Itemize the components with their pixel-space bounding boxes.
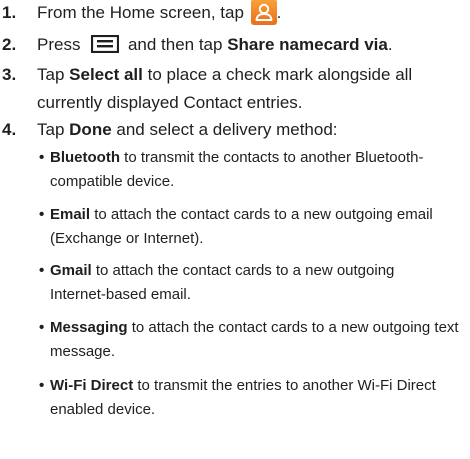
method-desc-1: to attach the contact cards to a new out…	[94, 206, 433, 223]
step-text: Tap Select all to place a check mark alo…	[37, 64, 457, 114]
step-text-after: .	[276, 3, 282, 22]
menu-icon	[91, 35, 120, 54]
step-text: Press and then tap Share namecard via.	[37, 34, 457, 56]
bullet-line-1: Bluetooth to transmit the contacts to an…	[50, 146, 470, 170]
method-name: Gmail	[50, 262, 92, 279]
bullet-text: Wi-Fi Direct to transmit the entries to …	[50, 374, 470, 422]
method-desc-2: message.	[50, 343, 116, 360]
step-text: From the Home screen, tap .	[37, 0, 457, 25]
step-text-middle: and then tap	[127, 35, 223, 54]
method-name: Messaging	[50, 319, 128, 336]
bullet-dot: •	[39, 377, 45, 394]
bullet-dot: •	[39, 206, 45, 223]
method-desc-1: to transmit the entries to another Wi-Fi…	[137, 377, 436, 394]
step-line-2: currently displayed Contact entries.	[37, 93, 303, 112]
step-number: 2.	[2, 35, 17, 54]
method-desc-1: to attach the contact cards to a new out…	[95, 262, 395, 279]
bullet-dot: •	[39, 262, 45, 279]
bullet-line-1: Gmail to attach the contact cards to a n…	[50, 259, 470, 283]
step-text-after: .	[387, 35, 393, 54]
step-text-before: Tap	[37, 120, 65, 139]
step-text-before: Press	[37, 35, 81, 54]
step-bold-action: Share namecard via	[227, 35, 388, 54]
method-desc-2: (Exchange or Internet).	[50, 230, 204, 247]
bullet-line-1: Wi-Fi Direct to transmit the entries to …	[50, 374, 470, 398]
bullet-dot: •	[39, 319, 45, 336]
bullet-line-1: Messaging to attach the contact cards to…	[50, 316, 470, 340]
step-number: 4.	[2, 120, 17, 139]
step-text-before: Tap	[37, 65, 65, 84]
step-text-before: From the Home screen, tap	[37, 3, 244, 22]
step-number: 1.	[2, 3, 17, 22]
method-desc-2: compatible device.	[50, 173, 175, 190]
method-desc-2: enabled device.	[50, 401, 156, 418]
method-desc-1: to attach the contact cards to a new out…	[131, 319, 459, 336]
contacts-icon	[250, 0, 277, 25]
bullet-dot: •	[39, 149, 45, 166]
method-name: Bluetooth	[50, 149, 120, 166]
bullet-text: Messaging to attach the contact cards to…	[50, 316, 470, 364]
instructions-document: 1. From the Home screen, tap . 2. Press	[0, 0, 470, 459]
bullet-text: Bluetooth to transmit the contacts to an…	[50, 146, 470, 194]
method-desc-1: to transmit the contacts to another Blue…	[124, 149, 424, 166]
step-number: 3.	[2, 65, 17, 84]
step-bold-action: Done	[69, 120, 112, 139]
bullet-text: Email to attach the contact cards to a n…	[50, 203, 470, 251]
bullet-line-1: Email to attach the contact cards to a n…	[50, 203, 470, 227]
method-desc-2: Internet-based email.	[50, 286, 191, 303]
step-bold-action: Select all	[69, 65, 143, 84]
step-line-1: Tap Select all to place a check mark alo…	[37, 64, 457, 86]
bullet-text: Gmail to attach the contact cards to a n…	[50, 259, 470, 307]
step-text-after: and select a delivery method:	[116, 120, 338, 139]
step-text: Tap Done and select a delivery method:	[37, 119, 457, 141]
method-name: Email	[50, 206, 91, 223]
method-name: Wi-Fi Direct	[50, 377, 134, 394]
step-line1-rest: to place a check mark alongside all	[147, 65, 413, 84]
